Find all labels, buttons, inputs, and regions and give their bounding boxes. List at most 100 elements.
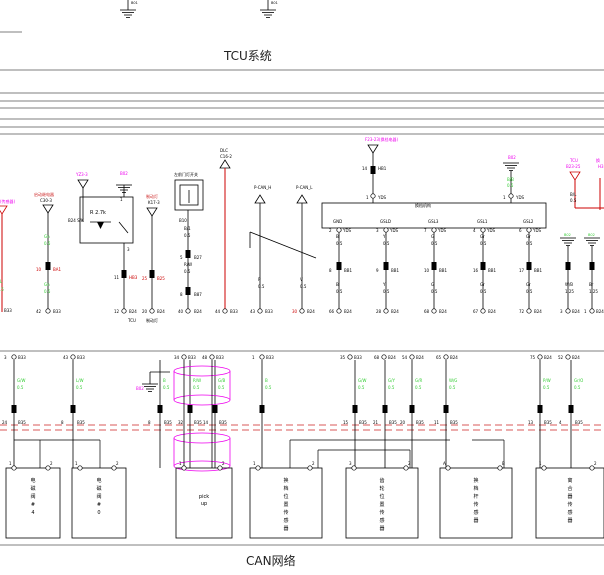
lower-block-2-label: 磁 [96, 485, 101, 492]
lower-top-pin-6-num: 35 [340, 355, 346, 360]
lower-block-4-label: 置 [283, 502, 288, 508]
wiring-diagram: B01 B01 (传感器) L .5 B33 启动继电器 C30-3 Gn 0.5 10 BA1 Gn 0… [0, 0, 604, 575]
lower-conn-2-size: 0.5 [76, 385, 83, 390]
lower-top-pin-6 [347, 354, 353, 360]
far-right-code: H3 [598, 164, 604, 169]
shift-col-1-pin2: 8 [329, 268, 332, 273]
res-arrow-icon [77, 179, 89, 189]
start-relay-pin-circle [45, 308, 51, 314]
door-switch-bconn: B24 [194, 309, 202, 314]
lower-block-4-label: 位 [283, 493, 288, 500]
top-ground-mid-icon [260, 9, 276, 18]
shift-top-connector [370, 166, 376, 174]
lower-block-7-label: 合 [567, 485, 572, 492]
lower-conn-1-block [11, 405, 17, 413]
shift-col-1-pin [336, 227, 342, 233]
lower-top-pin-7 [381, 354, 387, 360]
pcan-l-bconn: B24 [307, 309, 315, 314]
right-wire-2-ground-icon [584, 237, 600, 246]
lower-conn-8-conn: B35 [389, 420, 397, 425]
shift-col-1-bpin-circle [336, 308, 342, 314]
shift-col-3-bpin-circle [431, 308, 437, 314]
lower-conn-10-block [443, 405, 449, 413]
lower-ground-label: B02 [136, 386, 144, 391]
door-switch-mid-size: 0.5 [184, 269, 191, 274]
start-relay-code: C30-3 [40, 198, 52, 203]
shift-col-1-conn: YDS [342, 228, 352, 233]
left-sensor-label: (传感器) [0, 198, 16, 204]
right-wire-1-pin: 3 [560, 309, 563, 314]
shift-col-5-bpin-circle [526, 308, 532, 314]
lower-block-1-label: 4 [31, 510, 34, 516]
shield2-top-ellipse [173, 432, 231, 444]
left-wire-color: L [0, 279, 3, 284]
lower-conn-9-conn: B35 [416, 420, 424, 425]
lower-block-7-label: 传 [567, 501, 572, 508]
lower-conn-6-color: B [265, 378, 268, 383]
shift-col-2-pin [383, 227, 389, 233]
lower-block-4-label: 器 [283, 526, 288, 532]
tcu-right-wire-size: 0.5 [570, 198, 577, 203]
pcan-l-wire-color: V [300, 277, 303, 282]
lower-block-4-label: 档 [283, 485, 288, 492]
lower-conn-7-conn: B35 [359, 420, 367, 425]
shift-col-5-bconn: B24 [534, 309, 542, 314]
shift-col-3-bsize: 0.5 [431, 289, 438, 294]
lower-conn-6-size: 0.5 [265, 385, 272, 390]
shift-col-2-bcolor: Y [382, 282, 386, 287]
lower-block-6-p2: B [502, 461, 505, 466]
door-switch-pin: 5 [180, 255, 183, 260]
lower-conn-11-color: P/W [543, 378, 551, 383]
tcu-right-name: TCU [569, 158, 578, 163]
start-relay-pin: 10 [36, 267, 42, 272]
shift-conn-top: HB1 [378, 166, 387, 171]
shift-mid-pin [370, 193, 376, 199]
shift-col-2-bconn: B24 [391, 309, 399, 314]
res-module-label: B24 S/K [68, 218, 84, 223]
lower-block-2-pin1 [77, 465, 83, 471]
shift-conn-mid: YDS [377, 195, 387, 200]
lower-top-pin-1-conn: B33 [18, 355, 26, 360]
lower-block-6-label: 杆 [473, 493, 478, 500]
dlc-code: C16-2 [220, 154, 232, 159]
left-sensor-pin: B33 [4, 308, 12, 313]
lower-block-3-p1: 1 [179, 461, 182, 466]
lower-block-4-pin1 [255, 465, 261, 471]
shift-col-2-size: 0.5 [383, 241, 390, 246]
lower-conn-12-conn: B35 [575, 420, 583, 425]
lower-conn-12-color: Gr/O [574, 378, 583, 383]
lower-block-1-label: 磁 [30, 485, 35, 492]
lower-block-3-pin1 [181, 465, 187, 471]
lower-conn-4-size: 0.5 [193, 385, 200, 390]
start-relay-wire-color: Gn [44, 234, 50, 239]
start-relay-bconn: B33 [53, 309, 61, 314]
lower-block-2-label: 电 [96, 477, 101, 484]
top-pin-mid: B01 [271, 1, 278, 5]
res-output-connector [121, 270, 127, 278]
lower-conn-3-size: 0.5 [163, 385, 170, 390]
shift-mech-name: 换档机构 [415, 202, 431, 208]
tcu-right-code: B23-25 [566, 164, 581, 169]
door-switch-pin2: 8 [180, 292, 183, 297]
lower-conn-2-pin: 8 [61, 420, 64, 425]
lower-conn-4-pin: 32 [178, 420, 184, 425]
lower-block-5-pin1 [351, 465, 357, 471]
dlc-bpin: 44 [215, 309, 221, 314]
res-ground-label: B02 [120, 171, 128, 176]
lower-top-pin-6-conn: B33 [354, 355, 362, 360]
lower-conn-7-size: 0.5 [358, 385, 365, 390]
res-pin1: 1 [120, 197, 123, 202]
right-wire-2-pin-circle [589, 308, 595, 314]
lower-block-5-pin2 [403, 465, 409, 471]
shift-col-4-conn2: BB1 [488, 268, 496, 273]
lower-conn-7-pin: 15 [343, 420, 349, 425]
start-relay-bpin: 42 [36, 309, 42, 314]
lower-block-5-label: 器 [379, 526, 384, 532]
shift-col-5-conn2: BB1 [534, 268, 542, 273]
shift-col-1-conn2: BB1 [344, 268, 352, 273]
right-wire-2-connector [589, 262, 595, 270]
start-relay-conn: BA1 [53, 267, 61, 272]
lower-top-pin-2 [70, 354, 76, 360]
lower-conn-4-color: R/W [193, 378, 201, 383]
shift-col-3-color: G [431, 234, 434, 239]
